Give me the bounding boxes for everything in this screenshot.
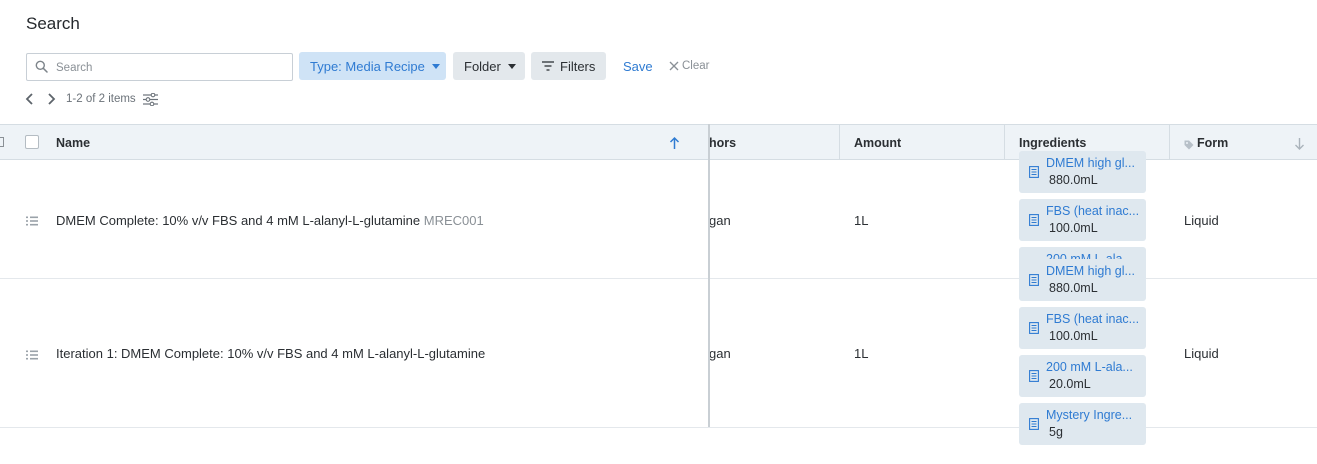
- ingredient-name[interactable]: DMEM high gl...: [1046, 156, 1142, 170]
- ingredient-quantity: 20.0mL: [1049, 377, 1091, 391]
- ingredient-chip[interactable]: DMEM high gl... 880.0mL: [1019, 151, 1146, 193]
- filters-label: Filters: [560, 58, 596, 74]
- save-button[interactable]: Save: [623, 59, 653, 74]
- sort-ascending-icon[interactable]: [669, 136, 680, 153]
- type-filter-dropdown[interactable]: Type: Media Recipe: [299, 52, 446, 80]
- ingredient-name[interactable]: 200 mM L-ala...: [1046, 360, 1142, 374]
- type-filter-label: Type: Media Recipe: [310, 58, 425, 74]
- row-form: Liquid: [1184, 213, 1219, 228]
- ingredient-chip[interactable]: Mystery Ingre... 5g: [1019, 403, 1146, 445]
- document-icon: [1029, 274, 1039, 289]
- column-divider: [1169, 125, 1170, 160]
- document-icon: [1029, 418, 1039, 433]
- drag-handle-icon[interactable]: [26, 214, 38, 229]
- search-icon: [35, 60, 48, 76]
- clear-label: Clear: [682, 60, 710, 72]
- document-icon: [1029, 370, 1039, 385]
- tag-icon: [1184, 138, 1194, 153]
- column-header-form[interactable]: Form: [1197, 136, 1228, 150]
- ingredient-quantity: 100.0mL: [1049, 329, 1098, 343]
- next-page-icon[interactable]: [46, 93, 56, 108]
- search-input[interactable]: [54, 58, 278, 78]
- column-divider: [839, 125, 840, 160]
- search-box: [26, 53, 293, 81]
- chevron-down-icon: [507, 63, 516, 69]
- row-amount: 1L: [854, 213, 869, 228]
- sort-descending-icon[interactable]: [1294, 137, 1305, 154]
- ingredient-chip[interactable]: DMEM high gl... 880.0mL: [1019, 259, 1146, 301]
- column-header-amount[interactable]: Amount: [854, 136, 901, 150]
- document-icon: [1029, 166, 1039, 181]
- previous-page-icon[interactable]: [25, 93, 35, 108]
- chevron-down-icon: [431, 63, 440, 69]
- recipe-name[interactable]: Iteration 1: DMEM Complete: 10% v/v FBS …: [56, 346, 485, 361]
- filters-button[interactable]: Filters: [531, 52, 606, 80]
- select-all-checkbox[interactable]: [25, 135, 39, 149]
- document-icon: [1029, 322, 1039, 337]
- filter-icon: [542, 61, 554, 71]
- ingredient-chip[interactable]: FBS (heat inac... 100.0mL: [1019, 199, 1146, 241]
- clear-button[interactable]: Clear: [669, 60, 709, 72]
- ingredient-name[interactable]: DMEM high gl...: [1046, 264, 1142, 278]
- row-form: Liquid: [1184, 346, 1219, 361]
- row-amount: 1L: [854, 346, 869, 361]
- column-header-ingredients[interactable]: Ingredients: [1019, 136, 1086, 150]
- ingredient-name[interactable]: FBS (heat inac...: [1046, 204, 1142, 218]
- document-icon: [1029, 214, 1039, 229]
- column-divider: [1004, 125, 1005, 160]
- row-author: gan: [709, 213, 731, 228]
- frozen-column-divider: [708, 124, 710, 427]
- close-icon: [669, 61, 679, 71]
- recipe-code: MREC001: [423, 213, 484, 228]
- pagination-summary: 1-2 of 2 items: [66, 93, 136, 105]
- column-header-authors[interactable]: hors: [709, 136, 736, 150]
- ingredient-name[interactable]: FBS (heat inac...: [1046, 312, 1142, 326]
- ingredient-quantity: 880.0mL: [1049, 281, 1098, 295]
- row-author: gan: [709, 346, 731, 361]
- column-settings-icon[interactable]: [143, 92, 158, 109]
- ingredient-chip[interactable]: FBS (heat inac... 100.0mL: [1019, 307, 1146, 349]
- drag-handle-icon[interactable]: [26, 348, 38, 363]
- folder-label: Folder: [464, 58, 501, 74]
- ingredient-quantity: 100.0mL: [1049, 221, 1098, 235]
- ingredient-quantity: 880.0mL: [1049, 173, 1098, 187]
- recipe-name[interactable]: DMEM Complete: 10% v/v FBS and 4 mM L-al…: [56, 213, 420, 228]
- ingredient-chip[interactable]: 200 mM L-ala... 20.0mL: [1019, 355, 1146, 397]
- ingredient-quantity: 5g: [1049, 425, 1063, 439]
- row-name[interactable]: DMEM Complete: 10% v/v FBS and 4 mM L-al…: [56, 213, 484, 228]
- ingredient-name[interactable]: Mystery Ingre...: [1046, 408, 1142, 422]
- column-header-name[interactable]: Name: [56, 136, 90, 150]
- page-title: Search: [26, 14, 80, 33]
- folder-dropdown[interactable]: Folder: [453, 52, 525, 80]
- column-resize-handle[interactable]: [0, 137, 4, 147]
